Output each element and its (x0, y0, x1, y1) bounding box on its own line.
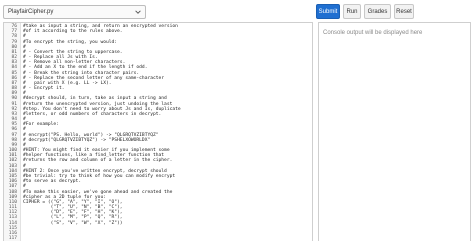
submit-button[interactable]: Submit (316, 4, 340, 19)
code-lines: 76 #take as input a string, and return an… (4, 24, 312, 241)
file-select[interactable]: PlayfairCipher.py (3, 5, 146, 19)
code-line: 117 (4, 236, 312, 241)
chevron-down-icon (135, 10, 141, 14)
line-number: 117 (8, 236, 17, 241)
console-placeholder: Console output will be displayed here (323, 30, 423, 36)
console-output: Console output will be displayed here (318, 22, 471, 241)
file-select-value: PlayfairCipher.py (8, 9, 54, 15)
reset-button[interactable]: Reset (394, 4, 414, 19)
grades-button[interactable]: Grades (364, 4, 391, 19)
code-editor[interactable]: 76 #take as input a string, and return an… (3, 22, 313, 241)
run-button[interactable]: Run (343, 4, 361, 19)
